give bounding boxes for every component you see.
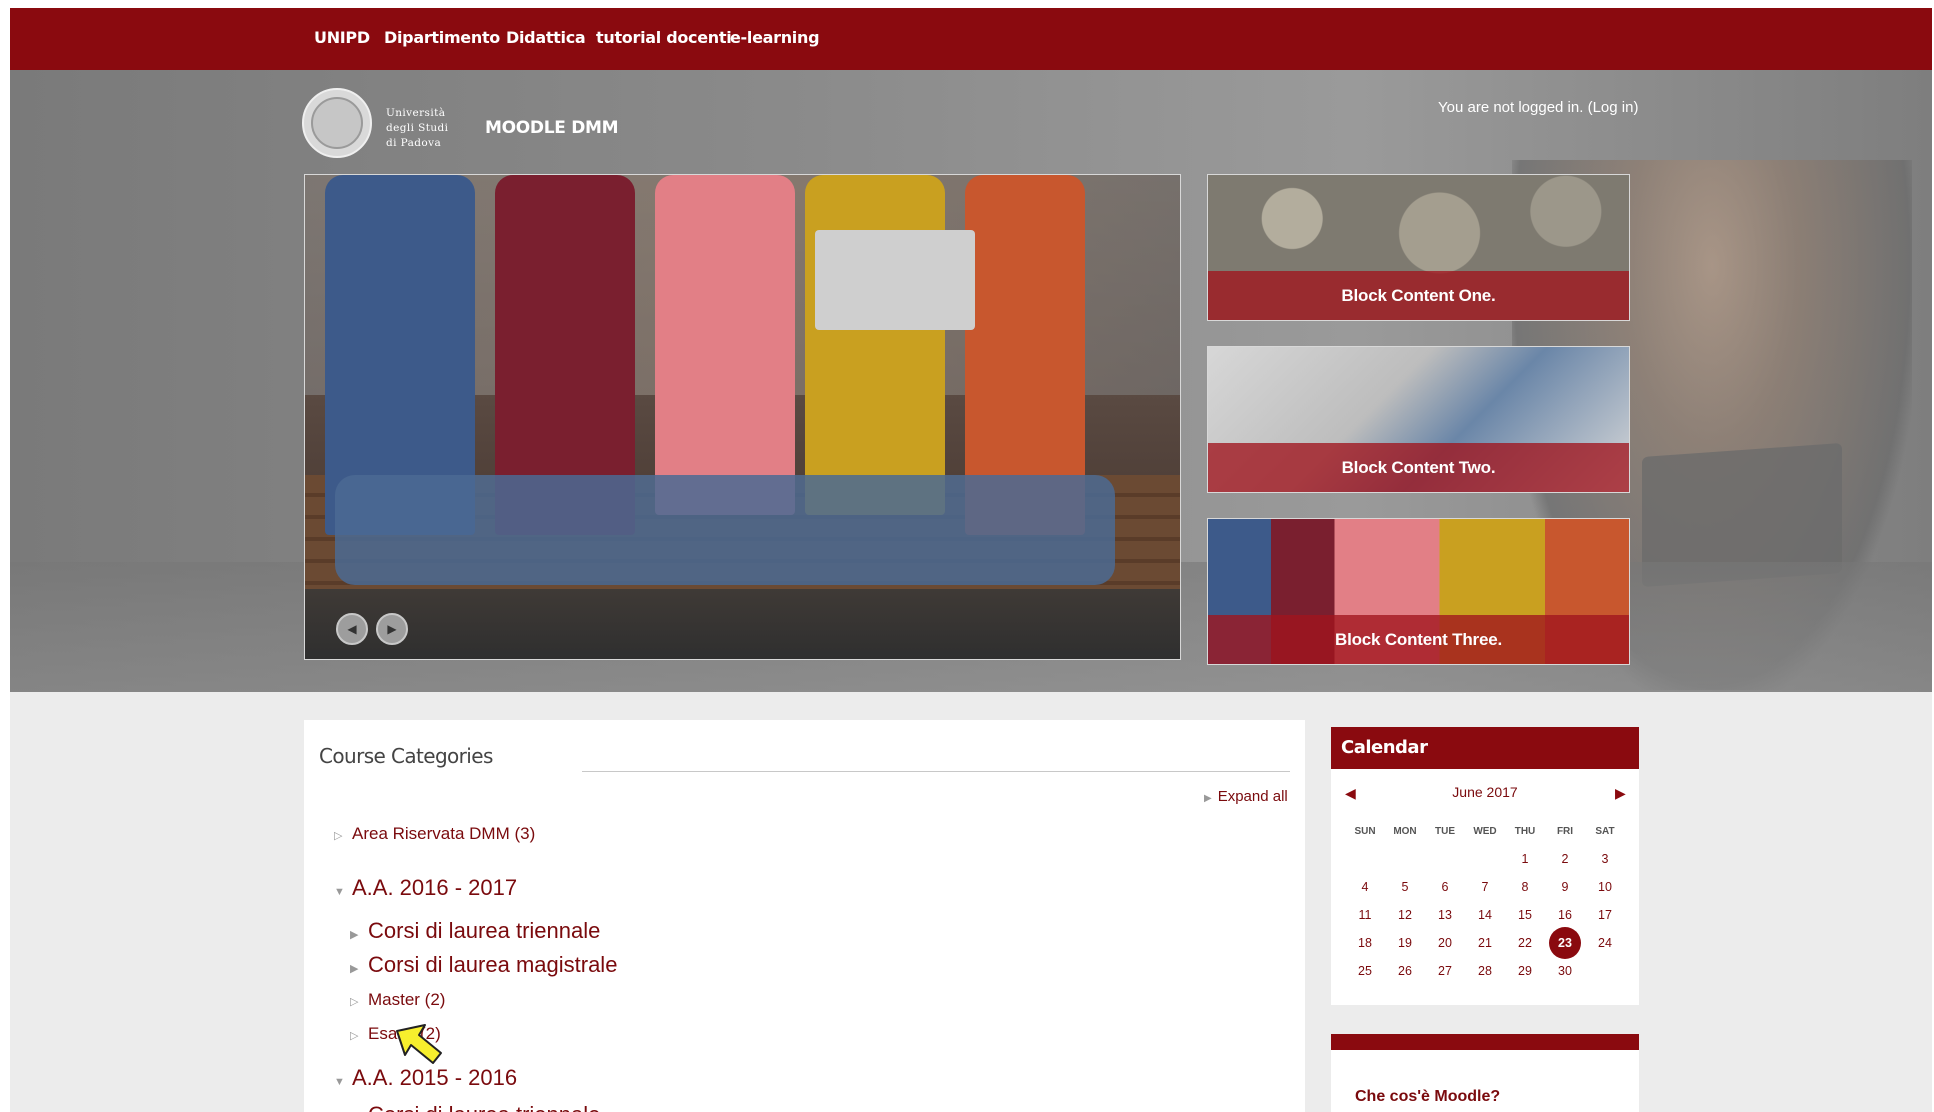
calendar-day[interactable]: 8	[1505, 880, 1545, 894]
calendar-day[interactable]: 6	[1425, 880, 1465, 894]
block-content-two[interactable]: Block Content Two.	[1207, 346, 1630, 493]
category-area-riservata[interactable]: ▷ Area Riservata DMM (3)	[334, 824, 535, 844]
calendar-grid: SUN MON TUE WED THU FRI SAT 1 2 3 4 5 6 7 8 9 10 1…	[1345, 817, 1625, 985]
cursor-pointer-icon	[396, 1024, 442, 1064]
login-status: You are not logged in. (Log in)	[1438, 99, 1639, 116]
calendar-week-row: 25 26 27 28 29 30	[1345, 957, 1625, 985]
browser-viewport: UNIPD Dipartimento Didattica tutorial do…	[10, 8, 1932, 1112]
calendar-block: Calendar ◀ June 2017 ▶ SUN MON TUE WED T…	[1331, 727, 1639, 1005]
university-seal-logo[interactable]	[302, 88, 372, 158]
block-caption: Block Content One.	[1208, 271, 1629, 320]
calendar-day[interactable]: 26	[1385, 964, 1425, 978]
chevron-left-icon: ◀	[347, 622, 357, 636]
category-triennale-2015[interactable]: ▶Corsi di laurea triennale	[350, 1102, 600, 1112]
main-slideshow[interactable]: ◀ ▶	[304, 174, 1181, 660]
nav-item-dipartimento[interactable]: Dipartimento	[384, 28, 500, 47]
calendar-weekday-row: SUN MON TUE WED THU FRI SAT	[1354, 825, 1615, 837]
nav-item-e-learning[interactable]: e-learning	[730, 28, 820, 47]
triangle-right-icon: ▷	[350, 1030, 359, 1042]
calendar-day[interactable]: 18	[1345, 936, 1385, 950]
calendar-day[interactable]: 7	[1465, 880, 1505, 894]
calendar-day[interactable]: 3	[1585, 852, 1625, 866]
block-caption: Block Content Two.	[1208, 443, 1629, 492]
course-categories-panel: Course Categories ▶ Expand all ▷ Area Rise…	[304, 720, 1305, 1112]
calendar-day[interactable]: 16	[1545, 908, 1585, 922]
calendar-day[interactable]: 30	[1545, 964, 1585, 978]
block-content-three[interactable]: Block Content Three.	[1207, 518, 1630, 665]
slider-prev-button[interactable]: ◀	[336, 613, 368, 645]
calendar-day[interactable]: 2	[1545, 852, 1585, 866]
calendar-next-month-button[interactable]: ▶	[1615, 785, 1626, 802]
calendar-day[interactable]: 27	[1425, 964, 1465, 978]
category-triennale-2016[interactable]: ▶ Corsi di laurea triennale	[350, 918, 600, 944]
calendar-day[interactable]: 22	[1505, 936, 1545, 950]
calendar-day-today[interactable]: 23	[1545, 927, 1585, 959]
jeans-image	[335, 475, 1115, 585]
calendar-day[interactable]: 12	[1385, 908, 1425, 922]
laptop-image	[815, 230, 975, 330]
calendar-day[interactable]: 10	[1585, 880, 1625, 894]
calendar-week-row: 123	[1345, 845, 1625, 873]
slider-next-button[interactable]: ▶	[376, 613, 408, 645]
triangle-right-icon: ▷	[334, 830, 343, 842]
calendar-title: Calendar	[1331, 727, 1639, 769]
calendar-day[interactable]: 11	[1345, 908, 1385, 922]
triangle-right-icon: ▶	[1204, 793, 1212, 804]
calendar-day[interactable]: 21	[1465, 936, 1505, 950]
calendar-day[interactable]: 25	[1345, 964, 1385, 978]
calendar-day[interactable]: 13	[1425, 908, 1465, 922]
calendar-weeks: 1 2 3 4 5 6 7 8 9 10 11 12 13 14 15 16 17 18 19 20 21 22 23 24 2…	[1345, 845, 1625, 985]
login-link[interactable]: Log in	[1593, 99, 1634, 116]
calendar-day[interactable]: 15	[1505, 908, 1545, 922]
calendar-day[interactable]: 17	[1585, 908, 1625, 922]
course-categories-title: Course Categories	[319, 744, 493, 768]
block-content-one[interactable]: Block Content One.	[1207, 174, 1630, 321]
calendar-day[interactable]: 28	[1465, 964, 1505, 978]
chevron-right-icon: ▶	[387, 622, 397, 636]
calendar-day[interactable]: 29	[1505, 964, 1545, 978]
calendar-day[interactable]: 4	[1345, 880, 1385, 894]
nav-item-didattica[interactable]: Didattica	[506, 28, 586, 47]
nav-item-unipd[interactable]: UNIPD	[314, 28, 370, 47]
category-master[interactable]: ▷ Master (2)	[350, 990, 445, 1010]
calendar-week-row: 11 12 13 14 15 16 17	[1345, 901, 1625, 929]
calendar-day[interactable]: 19	[1385, 936, 1425, 950]
top-navbar: UNIPD Dipartimento Didattica tutorial do…	[10, 8, 1932, 70]
calendar-day[interactable]: 1	[1505, 852, 1545, 866]
triangle-right-icon: ▷	[350, 996, 359, 1008]
arrow-right-icon: ▶	[1615, 785, 1626, 801]
calendar-day[interactable]: 24	[1585, 936, 1625, 950]
block-caption: Block Content Three.	[1208, 615, 1629, 664]
triangle-right-icon: ▶	[350, 963, 359, 975]
calendar-day[interactable]: 20	[1425, 936, 1465, 950]
calendar-month-label[interactable]: June 2017	[1331, 784, 1639, 800]
category-aa-2015-2016[interactable]: ▼ A.A. 2015 - 2016	[334, 1065, 517, 1091]
triangle-down-icon: ▼	[334, 1076, 345, 1088]
expand-all-link[interactable]: ▶ Expand all	[1204, 788, 1288, 805]
what-is-moodle-title: Che cos'è Moodle?	[1355, 1088, 1501, 1105]
category-magistrale-2016[interactable]: ▶ Corsi di laurea magistrale	[350, 952, 617, 978]
nav-item-tutorial-docenti[interactable]: tutorial docenti	[596, 28, 732, 47]
university-name-logo[interactable]: Università degli Studi di Padova	[386, 106, 448, 151]
category-aa-2016-2017[interactable]: ▼ A.A. 2016 - 2017	[334, 875, 517, 901]
calendar-day[interactable]: 14	[1465, 908, 1505, 922]
calendar-day[interactable]: 5	[1385, 880, 1425, 894]
calendar-week-row: 4 5 6 7 8 9 10	[1345, 873, 1625, 901]
site-name[interactable]: MOODLE DMM	[485, 118, 619, 138]
calendar-week-row: 18 19 20 21 22 23 24	[1345, 927, 1625, 959]
calendar-day[interactable]: 9	[1545, 880, 1585, 894]
what-is-moodle-block: Che cos'è Moodle?	[1331, 1034, 1639, 1112]
triangle-down-icon: ▼	[334, 886, 345, 898]
triangle-right-icon: ▶	[350, 929, 359, 941]
